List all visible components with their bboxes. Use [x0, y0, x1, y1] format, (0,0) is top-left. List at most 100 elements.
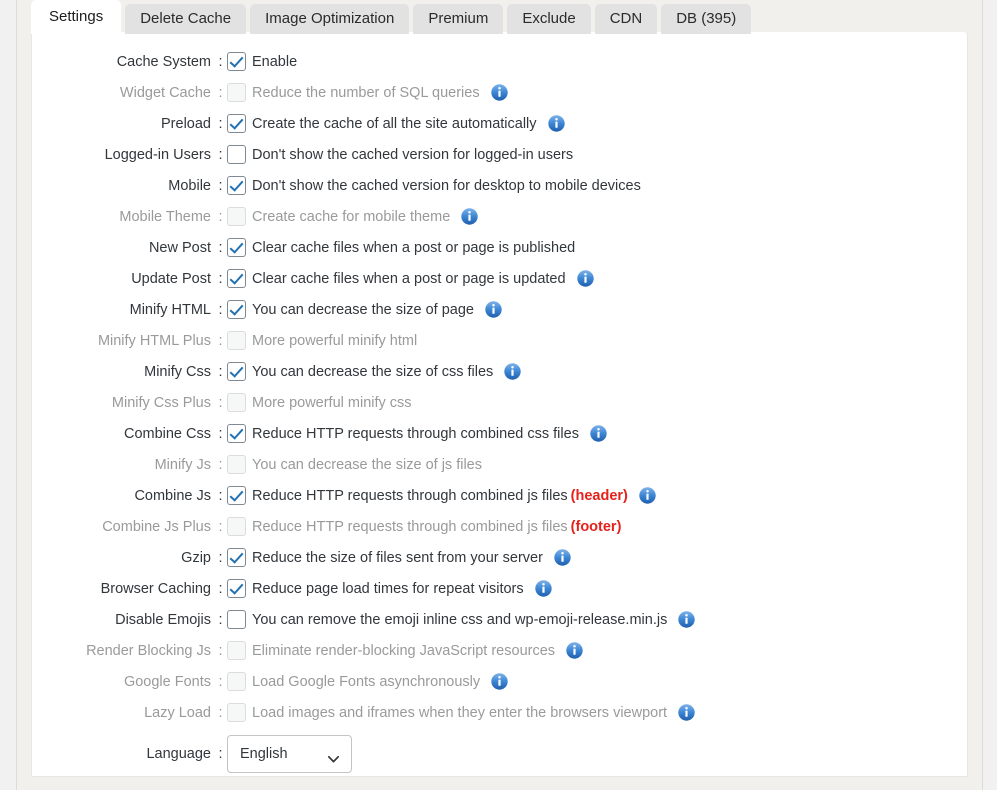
setting-checkbox[interactable] [227, 114, 246, 133]
info-circle-icon[interactable] [534, 580, 552, 597]
setting-description: More powerful minify css [252, 395, 412, 411]
left-gutter [0, 0, 17, 790]
setting-row: Minify HTML: You can decrease the size of… [32, 294, 967, 325]
setting-row: Mobile Theme: Create cache for mobile the… [32, 201, 967, 232]
info-circle-icon[interactable] [576, 270, 594, 287]
setting-checkbox[interactable] [227, 238, 246, 257]
setting-description-text: Load images and iframes when they enter … [252, 704, 668, 721]
setting-description-text: More powerful minify css [252, 394, 412, 411]
setting-description-text: Load Google Fonts asynchronously [252, 673, 481, 690]
setting-checkbox[interactable] [227, 548, 246, 567]
setting-label: Combine Css [123, 425, 211, 442]
setting-checkbox[interactable] [227, 362, 246, 381]
setting-row: Update Post: Clear cache files when a pos… [32, 263, 967, 294]
setting-label: Minify Css [144, 363, 211, 380]
tab-exclude[interactable]: Exclude [507, 4, 591, 34]
setting-label: Mobile [168, 177, 211, 194]
label-colon: : [218, 146, 223, 163]
setting-description-text: Don't show the cached version for deskto… [252, 177, 641, 194]
label-colon: : [218, 84, 223, 101]
info-circle-icon[interactable] [547, 115, 565, 132]
setting-checkbox[interactable] [227, 145, 246, 164]
info-circle-icon[interactable] [554, 549, 571, 566]
tab-cdn[interactable]: CDN [594, 4, 658, 34]
setting-row: Minify Js: You can decrease the size of j… [32, 449, 967, 480]
setting-tag: (header) [570, 487, 628, 504]
setting-row: Combine Css: Reduce HTTP requests through… [32, 418, 967, 449]
setting-row: Disable Emojis: You can remove the emoji … [32, 604, 967, 635]
setting-label: Preload [161, 115, 211, 132]
tab-image-optimization[interactable]: Image Optimization [250, 4, 410, 34]
info-circle-icon[interactable] [678, 704, 695, 721]
setting-checkbox[interactable] [227, 424, 246, 443]
setting-label: Mobile Theme [119, 208, 211, 225]
info-circle-icon[interactable] [490, 84, 508, 101]
setting-row: Minify Css Plus: More powerful minify css [32, 387, 967, 418]
setting-checkbox[interactable] [227, 610, 246, 629]
label-colon: : [218, 456, 223, 473]
setting-row: New Post: Clear cache files when a post o… [32, 232, 967, 263]
label-colon: : [218, 53, 223, 70]
tab-bar: Settings Delete Cache Image Optimization Pr… [31, 0, 755, 34]
label-colon: : [218, 580, 223, 597]
setting-description-text: Create the cache of all the site automat… [252, 115, 537, 132]
label-colon: : [218, 746, 223, 762]
setting-label: Lazy Load [144, 704, 211, 721]
setting-description: Eliminate render-blocking JavaScript res… [252, 643, 555, 659]
setting-description-text: You can decrease the size of page [252, 301, 474, 318]
setting-row: Mobile: Don't show the cached version for… [32, 170, 967, 201]
setting-checkbox[interactable] [227, 486, 246, 505]
info-circle-icon[interactable] [590, 425, 607, 442]
info-circle-icon[interactable] [504, 363, 521, 380]
label-colon: : [218, 487, 223, 504]
setting-label: Cache System [116, 53, 211, 70]
setting-row: Minify Css: You can decrease the size of … [32, 356, 967, 387]
setting-description-text: Clear cache files when a post or page is… [252, 270, 566, 287]
tab-premium[interactable]: Premium [413, 4, 504, 34]
info-circle-icon[interactable] [485, 301, 502, 318]
setting-label: Combine Js Plus [102, 518, 211, 535]
setting-label: Render Blocking Js [86, 642, 211, 659]
setting-description-text: Reduce HTTP requests through combined cs… [252, 425, 579, 442]
setting-description: Don't show the cached version for logged… [252, 147, 573, 163]
setting-description-text: Create cache for mobile theme [252, 208, 451, 225]
info-circle-icon[interactable] [639, 487, 656, 504]
setting-checkbox[interactable] [227, 176, 246, 195]
tab-delete-cache[interactable]: Delete Cache [125, 4, 247, 34]
info-circle-icon[interactable] [566, 642, 583, 659]
label-colon: : [218, 704, 223, 721]
setting-row: Cache System: Enable [32, 46, 967, 77]
setting-description-text: Reduce the size of files sent from your … [252, 549, 543, 566]
tab-settings[interactable]: Settings [31, 0, 122, 34]
setting-description-text: Don't show the cached version for logged… [252, 146, 574, 163]
setting-checkbox[interactable] [227, 52, 246, 71]
setting-checkbox [227, 207, 246, 226]
info-circle-icon[interactable] [491, 673, 508, 690]
setting-description-text: Reduce HTTP requests through combined js… [252, 518, 568, 535]
setting-label: Logged-in Users [104, 146, 211, 163]
info-circle-icon[interactable] [678, 611, 696, 628]
setting-row: Minify HTML Plus: More powerful minify ht… [32, 325, 967, 356]
setting-checkbox[interactable] [227, 579, 246, 598]
tab-db-395[interactable]: DB (395) [661, 4, 752, 34]
setting-description: Don't show the cached version for deskto… [252, 178, 641, 194]
language-select[interactable]: English [227, 735, 352, 773]
label-colon: : [218, 549, 223, 566]
setting-description-text: More powerful minify html [252, 332, 418, 349]
setting-row: Lazy Load: Load images and iframes when t… [32, 697, 967, 728]
setting-description: Reduce the number of SQL queries [252, 85, 480, 101]
label-colon: : [218, 394, 223, 411]
setting-checkbox[interactable] [227, 300, 246, 319]
info-circle-icon[interactable] [461, 208, 478, 225]
language-select-wrap: English [227, 735, 352, 773]
setting-label: Widget Cache [119, 84, 211, 101]
setting-label: Minify Css Plus [111, 394, 211, 411]
settings-form: Cache System: Enable Widget Cache: Reduce t… [32, 46, 967, 776]
language-row: Language: English [32, 728, 967, 776]
label-colon: : [218, 611, 223, 628]
setting-description: Load images and iframes when they enter … [252, 705, 667, 721]
setting-checkbox[interactable] [227, 269, 246, 288]
label-colon: : [218, 363, 223, 380]
setting-description-text: Reduce HTTP requests through combined js… [252, 487, 568, 504]
setting-description-text: Eliminate render-blocking JavaScript res… [252, 642, 556, 659]
